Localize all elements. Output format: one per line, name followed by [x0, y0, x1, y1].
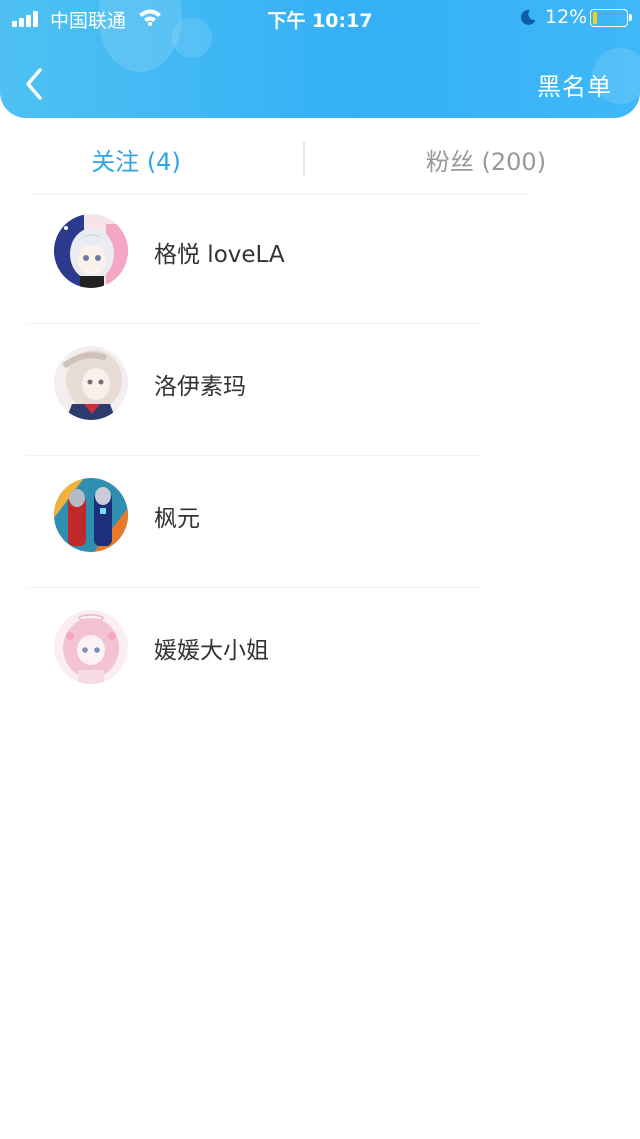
avatar[interactable] — [54, 346, 128, 420]
list-item[interactable]: 媛媛大小姐 — [0, 588, 640, 720]
status-time: 下午 10:17 — [267, 10, 373, 32]
battery-percent: 12% — [545, 6, 588, 28]
chevron-left-icon — [26, 68, 42, 100]
tab-bar: 关注 (4) 粉丝 (200) — [0, 118, 640, 196]
tab-fans[interactable]: 粉丝 (200) — [332, 142, 640, 177]
user-name: 枫元 — [154, 506, 200, 532]
battery-tip — [629, 14, 632, 21]
battery-icon — [590, 9, 628, 27]
header-bar: 中国联通 下午 10:17 12% 黑名单 — [0, 0, 640, 118]
avatar[interactable] — [54, 214, 128, 288]
list-item[interactable]: 格悦 loveLA — [0, 192, 640, 324]
tab-divider — [303, 142, 305, 177]
blacklist-button[interactable]: 黑名单 — [537, 67, 612, 102]
user-name: 洛伊素玛 — [154, 374, 246, 400]
back-button[interactable] — [20, 66, 52, 102]
status-bar: 中国联通 下午 10:17 12% — [0, 0, 640, 36]
battery-level-fill — [593, 12, 597, 24]
avatar[interactable] — [54, 478, 128, 552]
list-item[interactable]: 洛伊素玛 — [0, 324, 640, 456]
user-name: 格悦 loveLA — [154, 242, 285, 268]
moon-icon — [519, 8, 537, 30]
user-name: 媛媛大小姐 — [154, 638, 269, 664]
tab-following[interactable]: 关注 (4) — [0, 142, 272, 177]
following-list: 格悦 loveLA 洛伊素玛 枫元 媛媛大小姐 — [0, 192, 640, 720]
avatar[interactable] — [54, 610, 128, 684]
list-item[interactable]: 枫元 — [0, 456, 640, 588]
